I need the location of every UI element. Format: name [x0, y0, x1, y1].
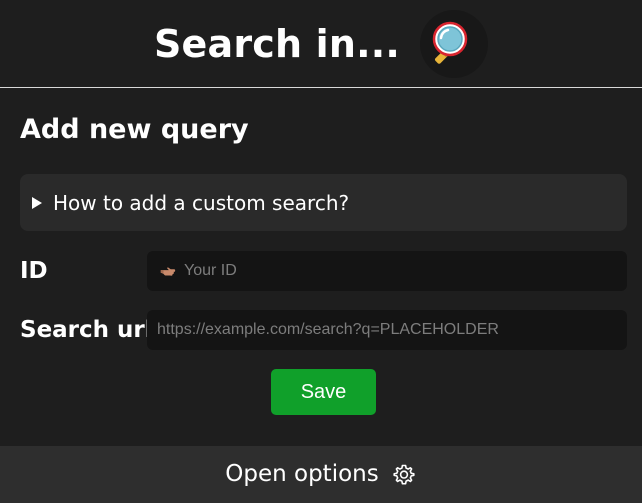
open-options-label: Open options: [225, 461, 379, 487]
gear-icon: [391, 462, 417, 488]
magnifier-icon: [420, 9, 489, 78]
help-disclosure[interactable]: How to add a custom search?: [20, 174, 627, 231]
id-label: ID: [20, 258, 48, 284]
open-options-button[interactable]: Open options: [0, 446, 642, 503]
app-title: Search in...: [153, 21, 401, 66]
help-summary-text: How to add a custom search?: [53, 190, 350, 215]
search-url-input[interactable]: [147, 310, 627, 350]
id-input[interactable]: [147, 251, 627, 291]
save-button[interactable]: Save: [271, 369, 376, 415]
url-label: Search url: [20, 317, 153, 343]
section-title: Add new query: [20, 114, 249, 145]
id-row: ID: [20, 251, 627, 291]
header: Search in...: [0, 0, 642, 88]
disclosure-triangle-icon: [32, 196, 42, 209]
url-row: Search url: [20, 310, 627, 350]
